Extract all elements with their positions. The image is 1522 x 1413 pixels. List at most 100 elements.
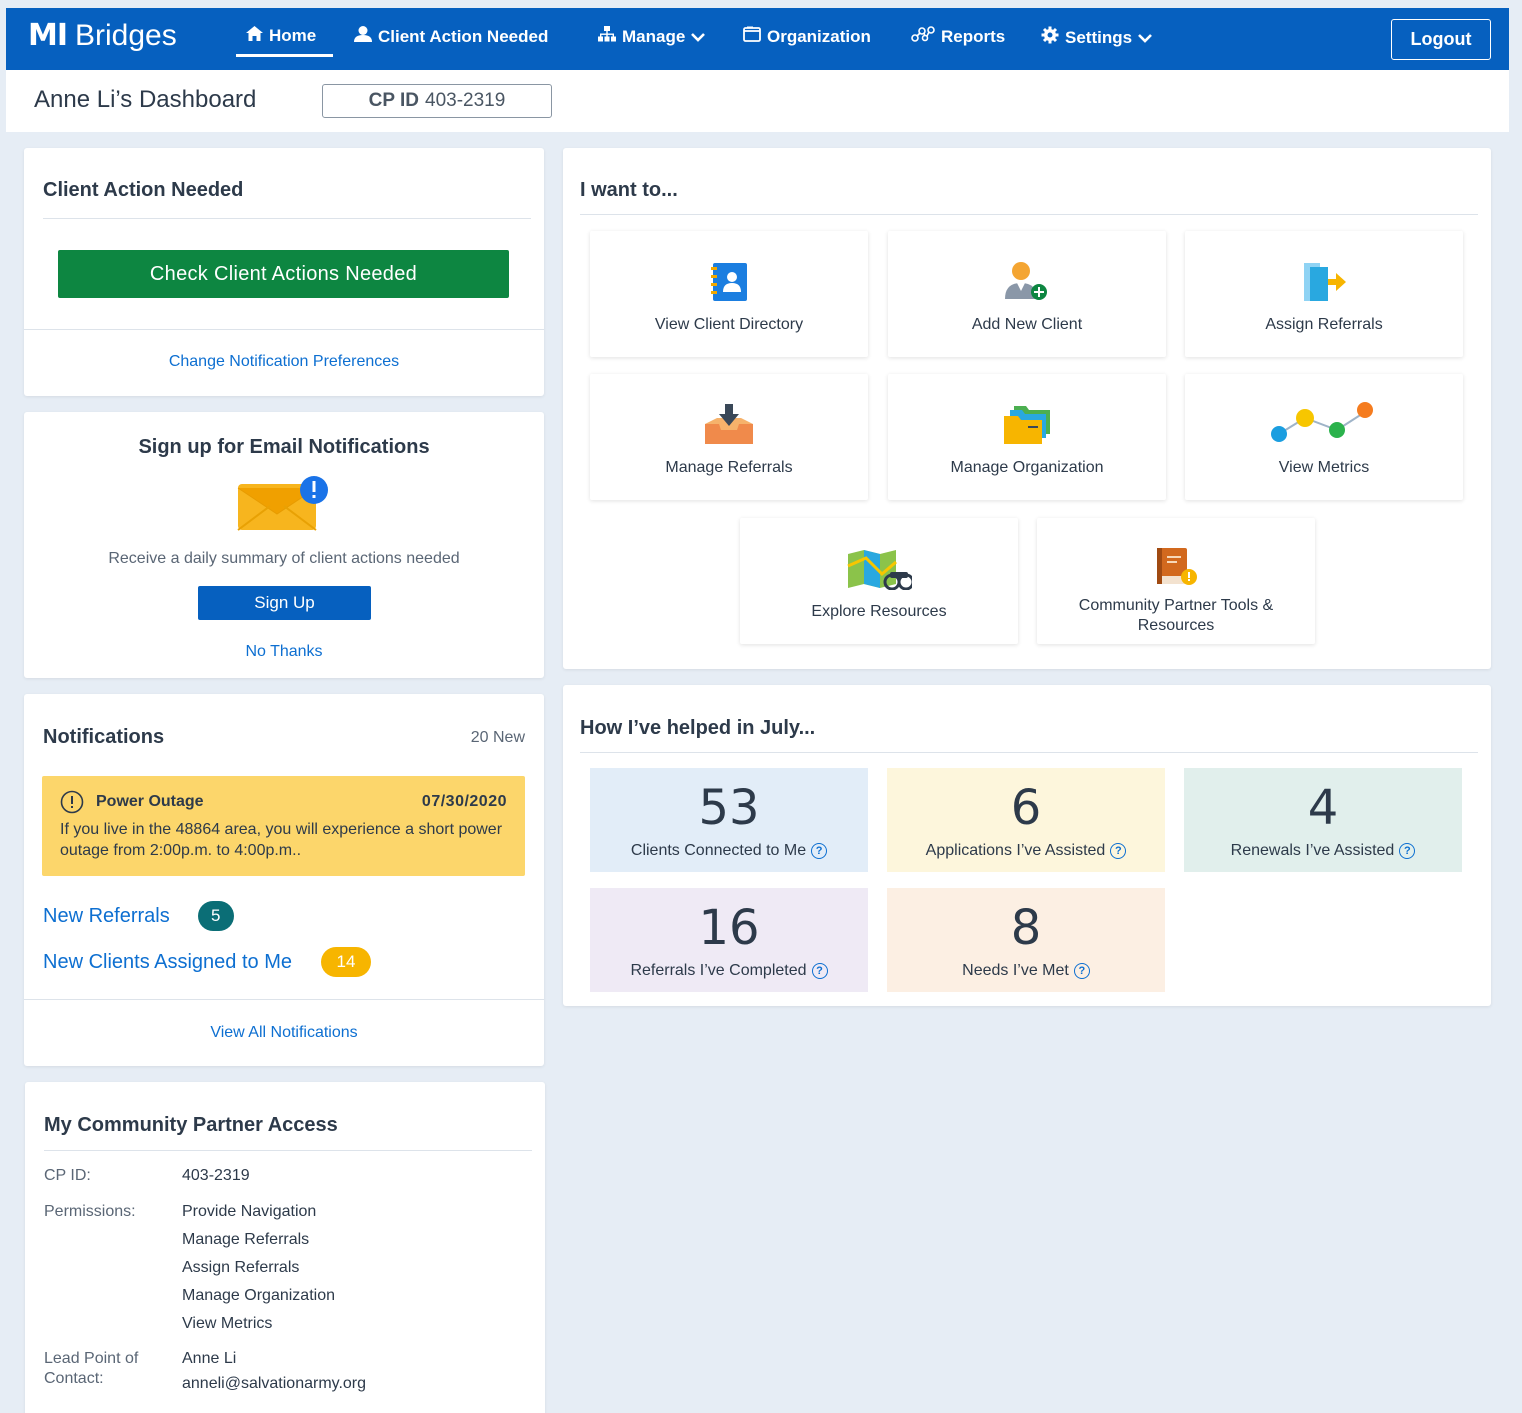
stat-label-row: Needs I’ve Met ? bbox=[887, 962, 1165, 980]
stat-value: 8 bbox=[1010, 900, 1042, 956]
stat-label: Needs I’ve Met bbox=[962, 962, 1069, 979]
nav-reports[interactable]: Reports bbox=[911, 26, 1005, 47]
i-want-to-card: I want to... View Client Directory Add N… bbox=[563, 148, 1491, 669]
app-frame: MI Bridges Home Client Action Needed Man… bbox=[6, 8, 1509, 1413]
logo[interactable]: MI Bridges bbox=[28, 18, 177, 53]
contact-email-link[interactable]: anneli@salvationarmy.org bbox=[182, 1375, 366, 1393]
community-partner-access-card: My Community Partner Access CP ID: 403-2… bbox=[25, 1082, 545, 1413]
nav-client-action-needed[interactable]: Client Action Needed bbox=[354, 26, 548, 47]
stat-referrals-completed[interactable]: 16 Referrals I’ve Completed ? bbox=[590, 888, 868, 992]
help-icon[interactable]: ? bbox=[1073, 963, 1090, 979]
new-referrals-count-badge: 5 bbox=[197, 901, 234, 931]
tile-label: Manage Referrals bbox=[665, 459, 793, 476]
stat-clients-connected[interactable]: 53 Clients Connected to Me ? bbox=[590, 768, 868, 872]
cp-id-field-label: CP ID: bbox=[44, 1167, 91, 1184]
no-thanks-link[interactable]: No Thanks bbox=[24, 643, 544, 661]
cp-id-badge: CP ID 403-2319 bbox=[322, 84, 552, 118]
nav-organization-label: Organization bbox=[767, 26, 871, 46]
add-user-icon bbox=[888, 261, 1166, 305]
new-notifications-count: 20 New bbox=[470, 729, 525, 746]
divider bbox=[580, 214, 1478, 215]
nav-home[interactable]: Home bbox=[246, 26, 316, 46]
power-outage-alert[interactable]: Power Outage 07/30/2020 If you live in t… bbox=[42, 776, 525, 876]
permission-item: Manage Organization bbox=[182, 1287, 335, 1304]
permission-item: Manage Referrals bbox=[182, 1231, 310, 1248]
logo-mark: MI bbox=[28, 18, 68, 53]
i-want-to-title: I want to... bbox=[580, 179, 678, 201]
dashboard-header: Anne Li’s Dashboard CP ID 403-2319 bbox=[6, 70, 1509, 132]
stat-label-row: Referrals I’ve Completed ? bbox=[590, 962, 868, 980]
sign-up-button[interactable]: Sign Up bbox=[198, 586, 371, 620]
stat-renewals-assisted[interactable]: 4 Renewals I’ve Assisted ? bbox=[1184, 768, 1462, 872]
nav-reports-label: Reports bbox=[941, 26, 1006, 46]
client-action-card: Client Action Needed Check Client Action… bbox=[24, 148, 544, 396]
tile-assign-referrals[interactable]: Assign Referrals bbox=[1185, 231, 1463, 357]
gear-icon bbox=[1041, 26, 1059, 49]
chevron-down-icon bbox=[1138, 28, 1152, 48]
notifications-title: Notifications bbox=[43, 726, 165, 748]
stat-label: Clients Connected to Me bbox=[630, 842, 807, 859]
exclamation-circle-icon bbox=[60, 790, 84, 818]
new-referrals-item[interactable]: New Referrals 5 bbox=[43, 901, 234, 931]
stat-label: Applications I’ve Assisted bbox=[925, 842, 1106, 859]
tile-label: Explore Resources bbox=[811, 603, 947, 620]
stat-needs-met[interactable]: 8 Needs I’ve Met ? bbox=[887, 888, 1165, 992]
cp-id-value: 403-2319 bbox=[425, 90, 506, 111]
nav-client-action-label: Client Action Needed bbox=[378, 26, 549, 46]
tile-add-new-client[interactable]: Add New Client bbox=[888, 231, 1166, 357]
email-signup-description: Receive a daily summary of client action… bbox=[108, 550, 460, 567]
tile-manage-organization[interactable]: Manage Organization bbox=[888, 374, 1166, 500]
tile-view-metrics[interactable]: View Metrics bbox=[1185, 374, 1463, 500]
help-icon[interactable]: ? bbox=[1399, 843, 1416, 859]
nav-organization[interactable]: Organization bbox=[743, 26, 871, 47]
help-icon[interactable]: ? bbox=[811, 963, 828, 979]
tile-community-partner-tools[interactable]: Community Partner Tools & Resources bbox=[1037, 518, 1315, 644]
help-icon[interactable]: ? bbox=[811, 843, 828, 859]
book-icon bbox=[1037, 546, 1315, 590]
reports-icon bbox=[911, 26, 935, 47]
logout-button[interactable]: Logout bbox=[1391, 19, 1491, 60]
inbox-download-icon bbox=[590, 404, 868, 448]
envelope-alert-icon bbox=[236, 476, 332, 536]
change-notification-preferences-link[interactable]: Change Notification Preferences bbox=[24, 353, 544, 371]
check-client-actions-button[interactable]: Check Client Actions Needed bbox=[58, 250, 509, 298]
alert-date: 07/30/2020 bbox=[421, 793, 507, 810]
tile-explore-resources[interactable]: Explore Resources bbox=[740, 518, 1018, 644]
folders-icon bbox=[888, 404, 1166, 448]
divider bbox=[580, 752, 1478, 753]
logo-text: Bridges bbox=[75, 18, 177, 52]
tile-view-client-directory[interactable]: View Client Directory bbox=[590, 231, 868, 357]
alert-title: Power Outage bbox=[96, 793, 204, 810]
contact-name: Anne Li bbox=[182, 1350, 237, 1367]
access-title: My Community Partner Access bbox=[44, 1114, 338, 1136]
tile-label: Add New Client bbox=[971, 316, 1083, 333]
help-icon[interactable]: ? bbox=[1110, 843, 1127, 859]
top-navbar: MI Bridges Home Client Action Needed Man… bbox=[6, 8, 1509, 70]
nav-settings[interactable]: Settings bbox=[1041, 26, 1152, 49]
tile-manage-referrals[interactable]: Manage Referrals bbox=[590, 374, 868, 500]
tile-label: Manage Organization bbox=[950, 459, 1104, 476]
sitemap-icon bbox=[598, 26, 616, 47]
stat-applications-assisted[interactable]: 6 Applications I’ve Assisted ? bbox=[887, 768, 1165, 872]
email-signup-title: Sign up for Email Notifications bbox=[138, 436, 430, 458]
permission-item: View Metrics bbox=[182, 1315, 273, 1332]
assign-referral-icon bbox=[1185, 261, 1463, 305]
metrics-icon bbox=[1185, 400, 1463, 444]
stat-label-row: Renewals I’ve Assisted ? bbox=[1184, 842, 1462, 860]
alert-body: If you live in the 48864 area, you will … bbox=[60, 821, 503, 859]
stat-label: Renewals I’ve Assisted bbox=[1230, 842, 1395, 859]
contact-label-line1: Lead Point of bbox=[44, 1350, 139, 1367]
stat-value: 16 bbox=[698, 900, 760, 956]
permissions-label: Permissions: bbox=[44, 1203, 136, 1220]
new-clients-assigned-label: New Clients Assigned to Me bbox=[43, 950, 293, 973]
page-title: Anne Li’s Dashboard bbox=[34, 86, 257, 113]
view-all-notifications-link[interactable]: View All Notifications bbox=[24, 1024, 544, 1042]
new-clients-assigned-item[interactable]: New Clients Assigned to Me 14 bbox=[43, 947, 372, 977]
stat-label-row: Clients Connected to Me ? bbox=[590, 842, 868, 860]
active-tab-indicator bbox=[236, 54, 333, 57]
nav-manage[interactable]: Manage bbox=[598, 26, 706, 47]
divider bbox=[24, 999, 544, 1000]
permission-item: Provide Navigation bbox=[182, 1203, 317, 1220]
user-icon bbox=[354, 26, 372, 47]
address-book-icon bbox=[590, 261, 868, 305]
